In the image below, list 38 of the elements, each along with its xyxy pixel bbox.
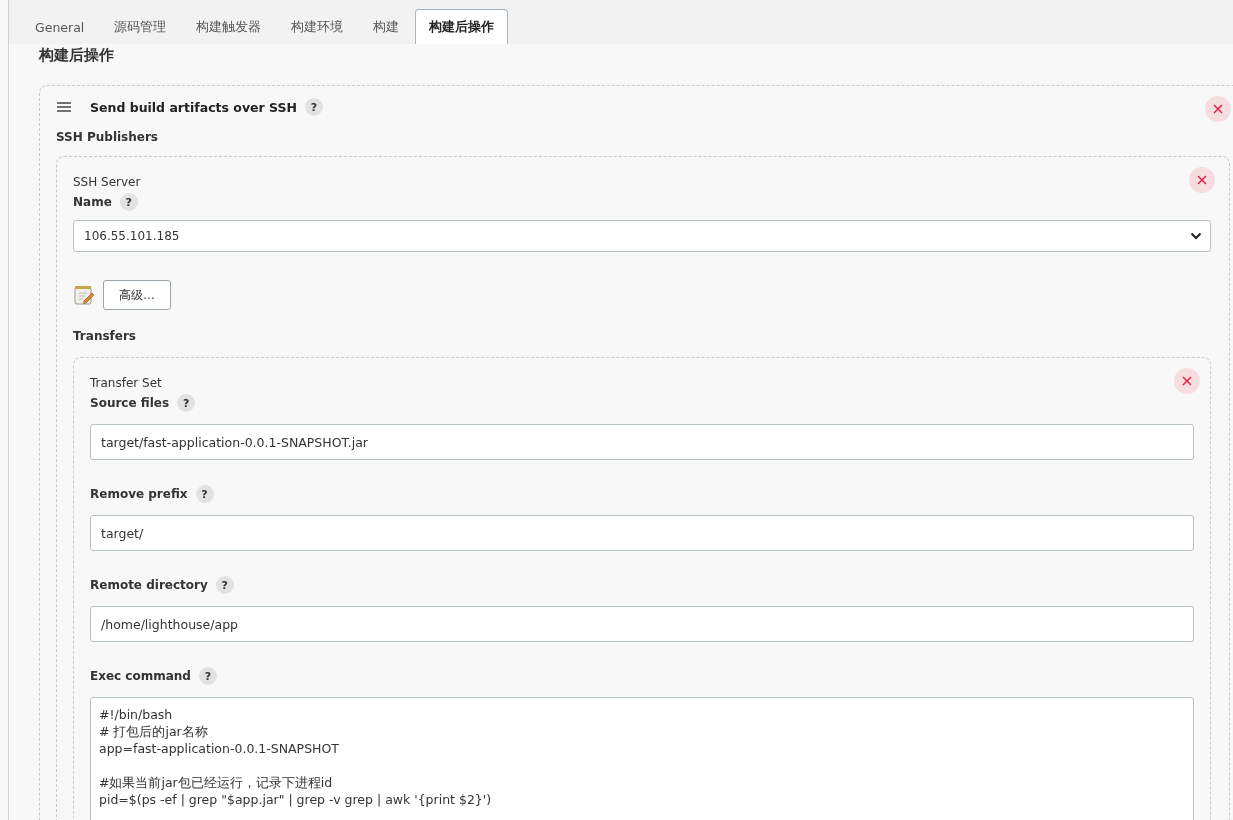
field-label: Remote directory — [90, 578, 208, 592]
help-button[interactable]: ? — [177, 394, 196, 412]
field-label: Transfers — [73, 329, 137, 343]
close-icon — [1213, 104, 1223, 114]
help-button[interactable]: ? — [195, 485, 214, 503]
section-title: 构建后操作 — [39, 46, 115, 65]
help-button[interactable]: ? — [119, 193, 138, 211]
transfer-set-heading: Transfer Set — [90, 376, 162, 390]
field-label: SSH Publishers — [56, 130, 158, 144]
tab[interactable]: 构建 — [359, 9, 414, 44]
field-label: Source files — [90, 396, 170, 410]
command-field[interactable]: #!/bin/bash # 打包后的jar名称 app=fast-application-0.0.1-SNAPSHOT #如果当前jar包已经运行，记录下进程id pid=$(ps -ef | grep "$app.jar" | grep -v grep | awk '{print $2}') — [90, 697, 1194, 820]
close-button[interactable] — [1189, 167, 1215, 193]
help-button[interactable]: ? — [304, 98, 323, 116]
help-button[interactable]: ? — [198, 667, 217, 685]
close-button[interactable] — [1205, 96, 1231, 122]
server-select[interactable]: 106.55.101.185 — [73, 220, 1211, 252]
server-heading: SSH Server — [73, 175, 141, 189]
field-label: Name — [73, 195, 112, 209]
input-field[interactable]: target/fast-application-0.0.1-SNAPSHOT.jar — [90, 424, 1194, 460]
tab[interactable]: 构建后操作 — [415, 9, 509, 44]
help-button[interactable]: ? — [215, 576, 234, 594]
tab[interactable]: General — [21, 9, 99, 44]
tab[interactable]: 构建触发器 — [182, 9, 276, 44]
notepad-pencil-icon — [73, 284, 95, 306]
field-label: Remove prefix — [90, 487, 188, 501]
close-icon — [1197, 175, 1207, 185]
chevron-down-icon — [1190, 232, 1202, 240]
field-label: Exec command — [90, 669, 191, 683]
input-field[interactable]: /home/lighthouse/app — [90, 606, 1194, 642]
input-field[interactable]: target/ — [90, 515, 1194, 551]
close-button[interactable] — [1174, 368, 1200, 394]
close-icon — [1182, 376, 1192, 386]
drag-handle-icon[interactable] — [56, 101, 72, 113]
tab[interactable]: 构建环境 — [277, 9, 358, 44]
step-title: Send build artifacts over SSH — [90, 99, 297, 115]
tab[interactable]: 源码管理 — [100, 9, 181, 44]
advanced-button[interactable]: 高级... — [103, 280, 171, 310]
